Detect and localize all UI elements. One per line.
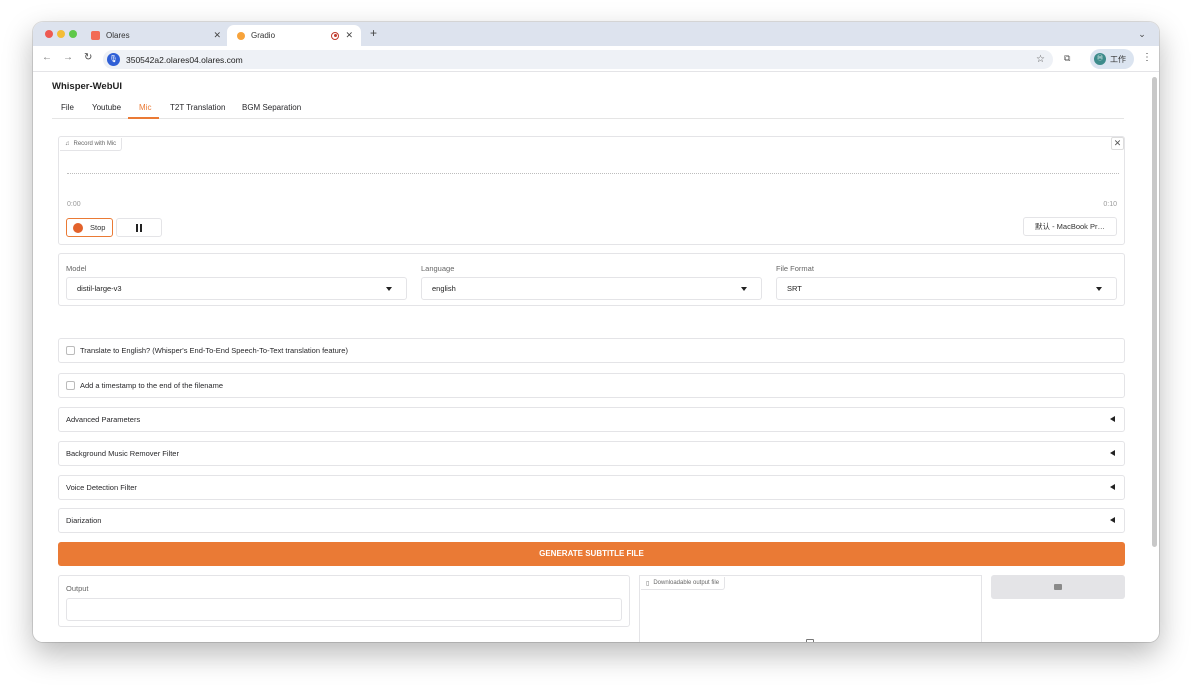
olares-favicon-icon <box>91 31 100 40</box>
accordion-label: Diarization <box>66 516 102 525</box>
file-icon: ▯ <box>646 580 650 587</box>
collapse-arrow-icon <box>1110 484 1115 490</box>
app-title: Whisper-WebUI <box>52 81 123 92</box>
browser-tab-title: Olares <box>106 31 130 40</box>
page-scrollbar[interactable] <box>1152 77 1157 547</box>
timestamp-option[interactable]: Add a timestamp to the end of the filena… <box>58 373 1125 398</box>
profile-label: 工作 <box>1110 54 1126 64</box>
stop-label: Stop <box>90 223 106 232</box>
browser-menu-icon[interactable]: ⋮ <box>1142 52 1152 63</box>
open-folder-button[interactable] <box>991 575 1125 599</box>
music-note-icon: ♫ <box>65 141 70 147</box>
tab-search-chevron-icon[interactable]: ⌄ <box>1135 27 1149 41</box>
recorder-block-label-text: Record with Mic <box>73 141 117 147</box>
output-textbox[interactable] <box>66 598 622 621</box>
model-label: Model <box>66 264 87 273</box>
timestamp-checkbox[interactable] <box>66 381 75 390</box>
waveform[interactable] <box>67 173 1119 174</box>
main-tabs: File Youtube Mic T2T Translation BGM Sep… <box>52 99 1124 119</box>
model-value: distil-large-v3 <box>77 284 122 293</box>
model-select[interactable]: distil-large-v3 <box>66 277 407 300</box>
chevron-down-icon <box>741 287 747 291</box>
accordion-bgm-remover[interactable]: Background Music Remover Filter <box>58 441 1125 466</box>
output-label: Output <box>66 584 89 593</box>
active-tab-underline <box>128 117 159 119</box>
minimize-window-button[interactable] <box>57 30 65 38</box>
tab-youtube[interactable]: Youtube <box>92 103 121 112</box>
profile-avatar: Ⓜ <box>1094 53 1106 65</box>
file-format-value: SRT <box>787 284 802 293</box>
generate-subtitle-button[interactable]: GENERATE SUBTITLE FILE <box>58 542 1125 566</box>
empty-file-icon <box>806 639 814 642</box>
tab-strip: Olares ✕ Gradio ✕ + ⌄ <box>33 22 1159 46</box>
browser-window: Olares ✕ Gradio ✕ + ⌄ ← → ↻ 🎙 350542a2.o… <box>33 22 1159 642</box>
address-bar[interactable]: 🎙 350542a2.olares04.olares.com ☆ <box>103 50 1053 69</box>
back-arrow-icon[interactable]: ← <box>42 52 52 63</box>
url-text: 350542a2.olares04.olares.com <box>126 54 243 65</box>
forward-arrow-icon[interactable]: → <box>63 52 73 63</box>
pause-icon <box>136 223 142 232</box>
extensions-puzzle-icon[interactable]: ⧉ <box>1064 53 1070 64</box>
time-end: 0:10 <box>1103 201 1117 208</box>
tab-bgm-separation[interactable]: BGM Separation <box>242 103 301 112</box>
profile-button[interactable]: Ⓜ 工作 <box>1090 49 1134 69</box>
download-block-label: ▯ Downloadable output file <box>641 577 726 590</box>
time-start: 0:00 <box>67 201 81 208</box>
collapse-arrow-icon <box>1110 450 1115 456</box>
chevron-down-icon <box>1096 287 1102 291</box>
accordion-advanced-parameters[interactable]: Advanced Parameters <box>58 407 1125 432</box>
close-window-button[interactable] <box>45 30 53 38</box>
output-panel: Output <box>58 575 630 627</box>
accordion-label: Voice Detection Filter <box>66 483 137 492</box>
download-file-panel[interactable]: ▯ Downloadable output file <box>639 575 982 642</box>
bookmark-star-icon[interactable]: ☆ <box>1036 54 1045 65</box>
record-dot-icon <box>73 222 83 233</box>
tab-mic[interactable]: Mic <box>139 103 151 112</box>
site-info-mic-icon[interactable]: 🎙 <box>107 53 120 66</box>
timestamp-label: Add a timestamp to the end of the filena… <box>80 381 224 390</box>
settings-panel: Model distil-large-v3 Language english F… <box>58 253 1125 306</box>
language-label: Language <box>421 264 455 273</box>
recording-indicator-icon <box>331 31 340 40</box>
page-content: Whisper-WebUI File Youtube Mic T2T Trans… <box>33 73 1159 642</box>
close-tab-icon[interactable]: ✕ <box>213 30 221 41</box>
mic-recorder: ♫ Record with Mic ✕ 0:00 0:10 Stop 默认 - … <box>58 136 1125 245</box>
accordion-voice-detection[interactable]: Voice Detection Filter <box>58 475 1125 500</box>
tab-file[interactable]: File <box>61 103 74 112</box>
file-format-select[interactable]: SRT <box>776 277 1117 300</box>
translate-checkbox[interactable] <box>66 346 75 355</box>
language-select[interactable]: english <box>421 277 762 300</box>
reload-icon[interactable]: ↻ <box>84 52 92 63</box>
tab-t2t-translation[interactable]: T2T Translation <box>170 103 225 112</box>
browser-tab-olares[interactable]: Olares ✕ <box>91 25 221 46</box>
download-block-label-text: Downloadable output file <box>653 580 720 586</box>
folder-icon <box>1054 584 1062 590</box>
stop-recording-button[interactable]: Stop <box>66 218 113 237</box>
collapse-arrow-icon <box>1110 416 1115 422</box>
accordion-label: Background Music Remover Filter <box>66 449 179 458</box>
language-value: english <box>432 284 456 293</box>
clear-recording-button[interactable]: ✕ <box>1111 137 1124 150</box>
browser-tab-gradio[interactable]: Gradio ✕ <box>227 25 361 46</box>
recorder-block-label: ♫ Record with Mic <box>60 138 123 151</box>
accordion-label: Advanced Parameters <box>66 415 141 424</box>
translate-option[interactable]: Translate to English? (Whisper's End-To-… <box>58 338 1125 363</box>
mic-device-select[interactable]: 默认 - MacBook Pr… <box>1023 217 1117 236</box>
translate-label: Translate to English? (Whisper's End-To-… <box>80 346 348 355</box>
accordion-diarization[interactable]: Diarization <box>58 508 1125 533</box>
new-tab-button[interactable]: + <box>370 26 377 40</box>
collapse-arrow-icon <box>1110 517 1115 523</box>
pause-recording-button[interactable] <box>116 218 162 237</box>
zoom-window-button[interactable] <box>69 30 77 38</box>
chevron-down-icon <box>386 287 392 291</box>
browser-toolbar: ← → ↻ 🎙 350542a2.olares04.olares.com ☆ ⧉… <box>33 46 1159 72</box>
close-tab-icon[interactable]: ✕ <box>345 30 353 41</box>
gradio-favicon-icon <box>237 31 245 40</box>
browser-tab-title: Gradio <box>251 31 276 40</box>
file-format-label: File Format <box>776 264 814 273</box>
